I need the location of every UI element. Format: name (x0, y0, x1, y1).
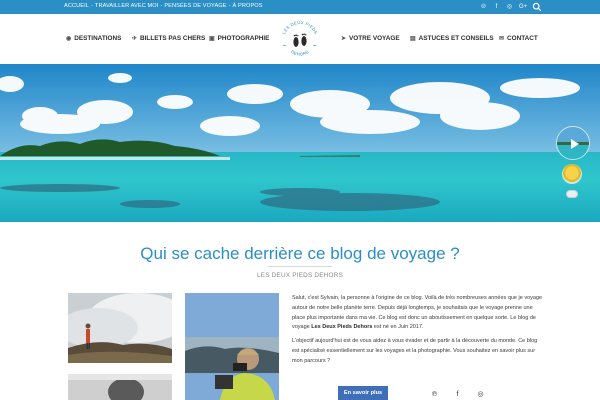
nav-votre-voyage[interactable]: ➤ VOTRE VOYAGE (341, 35, 400, 42)
photo-photographer (185, 293, 279, 400)
top-link-travailler[interactable]: TRAVAILLER AVEC MOI (95, 3, 158, 9)
beach-hero-illustration (0, 64, 600, 222)
photo-hiker-volcano (68, 293, 172, 363)
blog-name: Les Deux Pieds Dehors (311, 324, 373, 331)
slider-thumb-play[interactable] (556, 126, 590, 160)
plane-icon: ✈ (132, 36, 138, 42)
title-divider (268, 266, 332, 267)
slider-thumb-sun[interactable] (562, 164, 582, 184)
main-nav: ◉ DESTINATIONS ✈ BILLETS PAS CHERS ▣ PHO… (0, 14, 600, 64)
site-logo[interactable]: LES DEUX PIEDS DEHORS (276, 16, 324, 64)
learn-more-button[interactable]: En savoir plus (338, 386, 388, 400)
intro-paragraph-2: L'objectif aujourd'hui est de vous aidez… (292, 338, 538, 364)
plane-icon: ➤ (341, 36, 347, 42)
nav-destinations[interactable]: ◉ DESTINATIONS (66, 35, 121, 42)
intro-text: Salut, c'est Sylvain, la personne à l'or… (292, 294, 544, 371)
page-title: Qui se cache derrière ce blog de voyage … (140, 244, 460, 263)
nav-astuces[interactable]: ▤ ASTUCES ET CONSEILS (410, 35, 494, 42)
lightbulb-icon: ▤ (410, 36, 416, 42)
globe-icon: ◉ (66, 36, 72, 42)
top-social: ℗ f ◎ G+ (480, 3, 527, 11)
top-links: ACCUEIL - TRAVAILLER AVEC MOI - PENSÉES DE V… (64, 3, 263, 9)
nav-photographie[interactable]: ▣ PHOTOGRAPHIE (209, 35, 269, 42)
top-bar: ACCUEIL - TRAVAILLER AVEC MOI - PENSÉES DE V… (0, 0, 600, 14)
instagram-icon[interactable]: ◎ (476, 390, 485, 399)
google-plus-icon[interactable]: G+ (519, 3, 527, 11)
pinterest-icon[interactable]: ℗ (480, 3, 487, 11)
camera-icon: ▣ (209, 36, 215, 42)
hero-image (0, 64, 600, 222)
nav-label: ASTUCES ET CONSEILS (418, 35, 494, 42)
pinterest-icon[interactable]: ℗ (430, 390, 439, 399)
nav-label: PHOTOGRAPHIE (217, 35, 270, 42)
top-link-accueil[interactable]: ACCUEIL (64, 3, 89, 9)
top-link-pensees[interactable]: PENSÉES DE VOYAGE (164, 3, 226, 9)
slider-thumb-small[interactable] (566, 190, 578, 198)
nav-label: CONTACT (507, 35, 538, 42)
nav-label: DESTINATIONS (74, 35, 122, 42)
nav-label: BILLETS PAS CHERS (140, 35, 206, 42)
envelope-icon: ✉ (499, 36, 505, 42)
nav-contact[interactable]: ✉ CONTACT (499, 35, 538, 42)
content-social: ℗ f ◎ (430, 390, 485, 399)
page-subtitle: LES DEUX PIEDS DEHORS (257, 272, 343, 279)
search-icon[interactable] (532, 2, 542, 12)
instagram-icon[interactable]: ◎ (506, 3, 513, 11)
svg-text:LES DEUX PIEDS: LES DEUX PIEDS (281, 20, 318, 35)
intro-paragraph-1: Salut, c'est Sylvain, la personne à l'or… (292, 295, 543, 331)
facebook-icon[interactable]: f (493, 3, 500, 11)
nav-billets[interactable]: ✈ BILLETS PAS CHERS (132, 35, 205, 42)
facebook-icon[interactable]: f (453, 390, 462, 399)
photo-bw-portrait (68, 374, 172, 400)
top-link-apropos[interactable]: À PROPOS (233, 3, 263, 9)
svg-text:DEHORS: DEHORS (290, 49, 310, 57)
nav-label: VOTRE VOYAGE (349, 35, 400, 42)
